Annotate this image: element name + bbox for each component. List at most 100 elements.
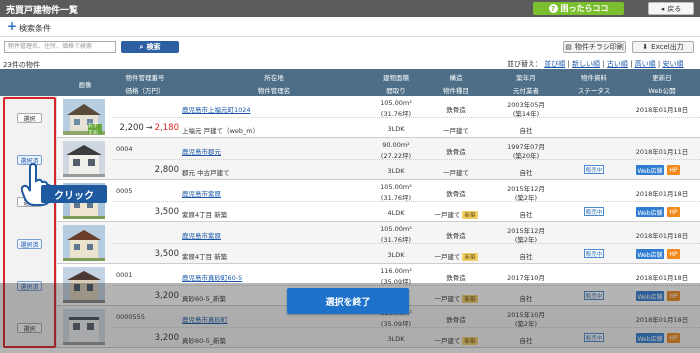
sort-options: 並び替え： 並び順 | 新しい順 | 古い順 | 高い順 | 安い順	[507, 60, 684, 68]
web-store-badge[interactable]: Web店舗	[636, 165, 664, 175]
sort-default[interactable]: 並び順	[544, 60, 565, 68]
property-type: 一戸建て	[443, 127, 469, 135]
col-price: 価格（万円）	[125, 87, 165, 95]
status-badge: 販売中	[584, 165, 604, 174]
building-area-tsubo: (31.76坪)	[380, 236, 412, 244]
building-area-tsubo: (27.22坪)	[380, 152, 412, 160]
col-status: ステータス	[577, 87, 611, 95]
price: 3,500	[154, 207, 179, 217]
sort-newest[interactable]: 新しい順	[572, 60, 600, 68]
property-location-link[interactable]: 鹿児島市真砂町60-5	[182, 272, 242, 282]
building-area: 105.00m²	[380, 183, 412, 191]
plus-icon: +	[7, 19, 18, 33]
recommend-badge: おすすめ	[88, 123, 102, 136]
col-updated: 更新日	[652, 74, 672, 82]
property-photo[interactable]	[63, 141, 105, 177]
end-selection-button[interactable]: 選択を終了	[287, 288, 409, 314]
agent: 自社	[519, 253, 533, 261]
building-area: 105.00m²	[380, 225, 412, 233]
building-area: 105.00m²	[380, 99, 412, 107]
col-layout: 間取り	[386, 87, 406, 95]
layout: 3LDK	[387, 125, 405, 133]
sort-highest[interactable]: 高い順	[635, 60, 656, 68]
structure: 鉄骨造	[446, 106, 466, 114]
built-age: (築2年)	[514, 194, 538, 202]
select-button[interactable]: 選択済	[17, 239, 42, 249]
help-button[interactable]: ? 困ったらココ	[533, 2, 624, 15]
property-type: 一戸建て	[443, 169, 469, 177]
property-name: 上福元 戸建て（web_m）	[182, 127, 260, 135]
back-button[interactable]: ◂ 戻る	[648, 2, 694, 15]
search-input[interactable]: 物件管理名、住所、価格で検索	[4, 41, 116, 53]
help-button-label: 困ったらココ	[560, 4, 609, 13]
price-new: 2,180	[154, 123, 179, 133]
structure: 鉄骨造	[446, 274, 466, 282]
property-location-link[interactable]: 鹿児島市紫原	[182, 230, 221, 240]
layout: 4LDK	[387, 209, 405, 217]
property-location-link[interactable]: 鹿児島市上福元町1024	[182, 104, 251, 114]
built-age: (築14年)	[512, 110, 540, 118]
back-button-label: 戻る	[667, 4, 682, 13]
web-store-badge[interactable]: Web店舗	[636, 249, 664, 259]
agent: 自社	[519, 127, 533, 135]
chevron-left-icon: ◂	[660, 4, 665, 13]
updated-date: 2018年01月11日	[635, 148, 689, 156]
excel-export-button[interactable]: ⬇ Excel出力	[632, 41, 694, 53]
question-icon: ?	[548, 4, 558, 13]
hp-badge[interactable]: HP	[667, 165, 680, 175]
hp-badge[interactable]: HP	[667, 249, 680, 259]
status-badge: 販売中	[584, 207, 604, 216]
search-button-label: 検索	[146, 43, 161, 51]
building-area: 90.00m²	[382, 141, 410, 149]
property-photo[interactable]	[63, 225, 105, 261]
management-number: 0001	[116, 271, 133, 279]
table-header: 画像 物件管理番号 価格（万円） 所在地 物件管理名 建物面積 間取り 構造 物…	[0, 69, 700, 96]
sort-oldest[interactable]: 古い順	[607, 60, 628, 68]
management-number: 0005	[116, 187, 133, 195]
col-area: 建物面積	[383, 74, 409, 82]
search-button[interactable]: ⌕ 検索	[121, 41, 179, 53]
price: 2,800	[154, 165, 179, 175]
built-date: 2017年10月	[507, 274, 545, 282]
price-arrow: →	[145, 123, 153, 132]
property-type: 一戸建て 新築	[434, 253, 478, 261]
layout: 3LDK	[387, 167, 405, 175]
flyer-print-button[interactable]: ▤ 物件チラシ印刷	[563, 41, 626, 53]
price: 2,200 → 2,180	[113, 123, 179, 133]
building-area-tsubo: (31.76坪)	[380, 110, 412, 118]
updated-date: 2018年01月18日	[635, 106, 689, 114]
select-button[interactable]: 選択	[17, 113, 42, 123]
col-built: 築年月	[516, 74, 536, 82]
status-badge: 販売中	[584, 249, 604, 258]
sort-lowest[interactable]: 安い順	[662, 60, 683, 68]
property-name: 紫原4丁目 新築	[182, 211, 228, 219]
structure: 鉄骨造	[446, 232, 466, 240]
property-location-link[interactable]: 鹿児島市郡元	[182, 146, 221, 156]
building-area: 116.00m²	[380, 267, 412, 275]
col-agent: 元付業者	[513, 87, 539, 95]
hp-badge[interactable]: HP	[667, 207, 680, 217]
col-structure: 構造	[449, 74, 463, 82]
download-icon: ⬇	[642, 43, 649, 51]
col-location: 所在地	[264, 74, 284, 82]
title-bar: 売買戸建物件一覧 ? 困ったらココ ◂ 戻る	[0, 0, 700, 17]
flyer-print-label: 物件チラシ印刷	[574, 43, 624, 51]
col-image: 画像	[78, 81, 92, 89]
web-store-badge[interactable]: Web店舗	[636, 207, 664, 217]
property-name: 郡元 中古戸建て	[182, 169, 230, 177]
property-type: 一戸建て 新築	[434, 211, 478, 219]
updated-date: 2018年01月18日	[635, 274, 689, 282]
property-location-link[interactable]: 鹿児島市紫原	[182, 188, 221, 198]
structure: 鉄骨造	[446, 190, 466, 198]
price-old: 2,200	[119, 123, 144, 133]
agent: 自社	[519, 169, 533, 177]
search-conditions-toggle[interactable]: + 検索条件	[0, 17, 700, 37]
excel-export-label: Excel出力	[651, 43, 684, 51]
table-row: 選択 2,200 → 2,180 鹿児島市上福元町1024 上福元 戸建て（we…	[0, 96, 700, 138]
built-age: (築2年)	[514, 236, 538, 244]
col-material: 物件資料	[581, 74, 607, 82]
col-web: Web公開	[648, 87, 676, 95]
price: 3,500	[154, 249, 179, 259]
updated-date: 2018年01月18日	[635, 232, 689, 240]
table-row: 選択済 0004 2,800 鹿児島市郡元 郡元 中古戸建て 90.00m² (…	[0, 138, 700, 180]
